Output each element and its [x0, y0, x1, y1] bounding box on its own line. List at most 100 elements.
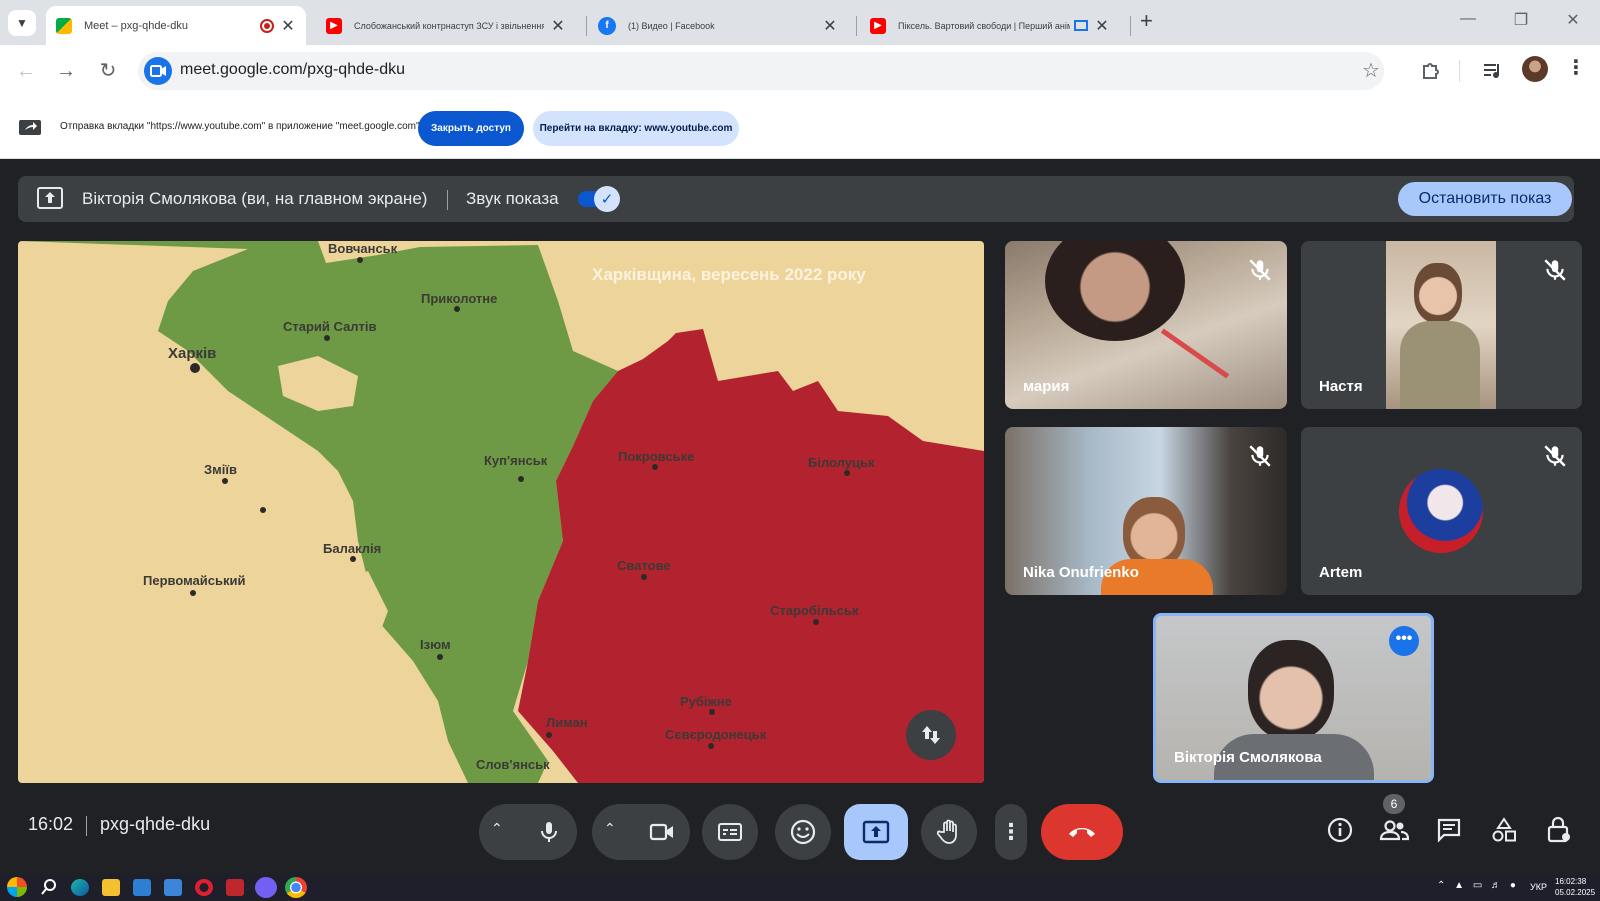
tab-title: (1) Видео | Facebook: [628, 20, 715, 31]
tray-icons[interactable]: ⌃ ▲ ▭ ♬ ●: [1437, 880, 1519, 891]
participant-video: [1386, 241, 1496, 409]
host-controls-button[interactable]: [1539, 810, 1579, 850]
present-now-button[interactable]: [844, 804, 908, 860]
raise-hand-button[interactable]: [921, 804, 977, 860]
presentation-divider: [447, 190, 448, 210]
edge-icon[interactable]: [71, 879, 89, 896]
taskbar-date[interactable]: 05.02.2025: [1555, 888, 1595, 897]
switch-to-tab-button[interactable]: Перейти на вкладку: www.youtube.com: [533, 111, 739, 146]
tab-strip: ▼ Meet – pxg-qhde-dku ✕ ▶ Слобожанський …: [0, 0, 1600, 45]
tab-youtube-1[interactable]: ▶ Слобожанський контрнаступ ЗСУ і звільн…: [316, 6, 576, 45]
media-control-icon[interactable]: [1482, 60, 1504, 82]
infobar-text: Отправка вкладки "https://www.youtube.co…: [60, 121, 428, 132]
city-label: Балаклія: [323, 541, 382, 556]
captions-button[interactable]: [702, 804, 758, 860]
presenter-label: Вікторія Смолякова (ви, на главном экран…: [82, 189, 428, 208]
back-button[interactable]: ←: [12, 57, 40, 85]
city-label: Слов'янськ: [476, 757, 550, 772]
mail-icon[interactable]: [133, 879, 151, 896]
camera-button[interactable]: [636, 806, 688, 858]
reload-button[interactable]: ↻: [94, 57, 122, 85]
video-person: [1045, 241, 1185, 341]
youtube-icon: ▶: [870, 17, 886, 34]
shared-screen-map[interactable]: Харківщина, вересень 2022 року Вовчанськ…: [18, 241, 984, 783]
start-icon[interactable]: [7, 877, 27, 897]
city-label: Сватове: [617, 558, 671, 573]
microphone-icon: [541, 822, 557, 842]
hang-up-icon: [1069, 828, 1095, 837]
app-icon[interactable]: [226, 879, 244, 896]
audio-options-button[interactable]: ⌃: [479, 804, 577, 860]
meeting-details-button[interactable]: [1320, 810, 1360, 850]
close-tab-icon[interactable]: ✕: [822, 16, 838, 36]
opera-icon[interactable]: [195, 879, 213, 896]
meeting-info-divider: [86, 816, 87, 836]
profile-avatar[interactable]: [1522, 56, 1548, 82]
meet-site-icon[interactable]: [144, 57, 172, 85]
mic-off-icon: [1544, 445, 1566, 467]
mic-off-icon: [1249, 259, 1271, 281]
participant-tile-nika[interactable]: Nika Onufrienko: [1005, 427, 1287, 595]
video-pencil: [1160, 328, 1230, 379]
close-tab-icon[interactable]: ✕: [1094, 16, 1110, 36]
toolbar-separator: [1459, 60, 1460, 82]
taskbar-clock[interactable]: 16:02:38: [1555, 877, 1586, 886]
extensions-icon[interactable]: [1420, 59, 1442, 81]
present-icon: [862, 820, 890, 844]
viber-icon[interactable]: [255, 877, 277, 898]
participant-tile-mariya[interactable]: мария: [1005, 241, 1287, 409]
chat-button[interactable]: [1429, 810, 1469, 850]
leave-call-button[interactable]: [1041, 804, 1123, 860]
participant-name: Вікторія Смолякова: [1174, 749, 1322, 766]
store-icon[interactable]: [164, 879, 182, 896]
facebook-icon: f: [598, 16, 616, 35]
shapes-icon: [1492, 817, 1516, 842]
activities-button[interactable]: [1484, 810, 1524, 850]
reactions-button[interactable]: [775, 804, 831, 860]
participant-tile-nastya[interactable]: Настя: [1301, 241, 1582, 409]
forward-button[interactable]: →: [52, 57, 80, 85]
close-window-button[interactable]: ✕: [1558, 10, 1588, 30]
stop-sharing-button[interactable]: Закрыть доступ: [418, 111, 524, 146]
stop-presentation-button[interactable]: Остановить показ: [1398, 182, 1572, 216]
participant-tile-self[interactable]: ••• Вікторія Смолякова: [1153, 613, 1434, 783]
presentation-bar: Вікторія Смолякова (ви, на главном экран…: [18, 176, 1574, 222]
more-options-button[interactable]: ⋮: [995, 804, 1027, 860]
tab-title: Meet – pxg-qhde-dku: [84, 19, 188, 32]
keyboard-language[interactable]: УКР: [1530, 882, 1547, 892]
new-tab-button[interactable]: +: [1140, 8, 1153, 34]
microphone-button[interactable]: [523, 806, 575, 858]
sound-toggle[interactable]: ✓: [578, 186, 620, 212]
menu-kebab-icon[interactable]: ⋮: [1566, 55, 1586, 80]
picture-in-picture-icon[interactable]: [1074, 20, 1088, 31]
close-tab-icon[interactable]: ✕: [280, 16, 296, 36]
tab-separator: [586, 16, 587, 36]
minimize-button[interactable]: —: [1453, 10, 1483, 28]
participant-tile-artem[interactable]: Artem: [1301, 427, 1582, 595]
restore-button[interactable]: ❐: [1506, 10, 1536, 30]
search-icon[interactable]: [40, 878, 58, 896]
more-vertical-icon: ⋮: [1000, 819, 1022, 844]
swap-layout-button[interactable]: [906, 710, 956, 760]
more-options-button[interactable]: •••: [1389, 626, 1419, 656]
city-label: Сєвєродонецьк: [665, 727, 767, 742]
city-label: Вовчанськ: [328, 241, 398, 256]
meeting-time: 16:02: [28, 814, 74, 834]
tab-youtube-2[interactable]: ▶ Піксель. Вартовий свободи | Перший ані…: [860, 6, 1120, 45]
tab-search-button[interactable]: ▼: [8, 10, 36, 36]
city-label: Куп'янськ: [484, 453, 548, 468]
file-explorer-icon[interactable]: [102, 879, 120, 896]
tab-meet[interactable]: Meet – pxg-qhde-dku ✕: [46, 6, 306, 45]
participants-button[interactable]: 6: [1374, 794, 1414, 850]
bookmark-star-icon[interactable]: ☆: [1362, 58, 1380, 83]
chrome-icon[interactable]: [285, 877, 307, 898]
address-bar[interactable]: meet.google.com/pxg-qhde-dku ☆: [138, 52, 1384, 90]
tab-facebook[interactable]: f (1) Видео | Facebook ✕: [588, 6, 848, 45]
chat-icon: [1437, 818, 1461, 843]
video-options-button[interactable]: ⌃: [592, 804, 690, 860]
map-title: Харківщина, вересень 2022 року: [592, 265, 866, 284]
close-tab-icon[interactable]: ✕: [550, 16, 566, 36]
lock-person-icon: [1547, 816, 1570, 843]
check-icon: ✓: [594, 186, 620, 212]
city-label: Білолуцьк: [808, 455, 875, 470]
